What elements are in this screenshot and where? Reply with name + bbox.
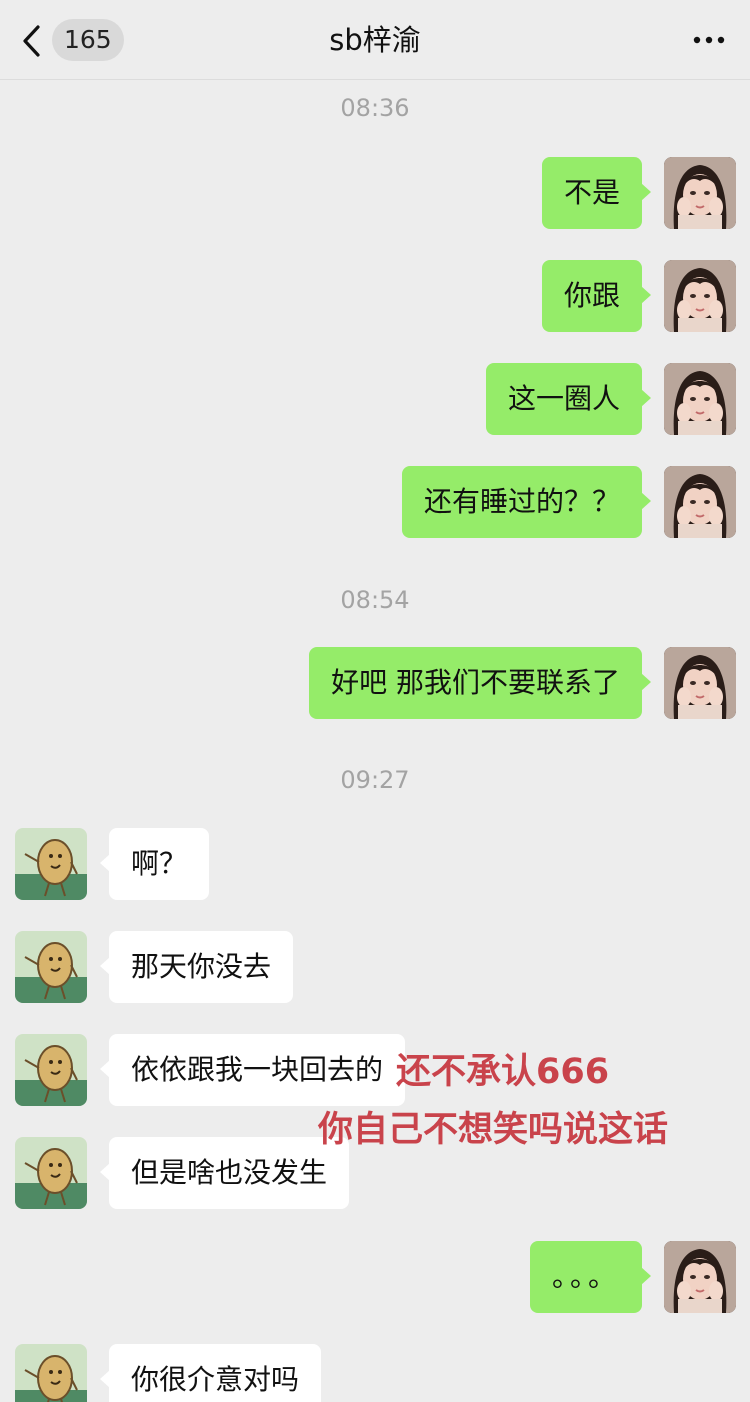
self-avatar[interactable] (664, 647, 736, 719)
self-avatar[interactable] (664, 157, 736, 229)
message-bubble-outgoing[interactable]: 你跟 (541, 260, 652, 332)
self-avatar[interactable] (664, 1241, 736, 1313)
contact-avatar[interactable] (15, 1137, 87, 1209)
message-bubble-incoming[interactable]: 那天你没去 (99, 931, 294, 1003)
self-avatar[interactable] (664, 260, 736, 332)
message-bubble-incoming[interactable]: 你很介意对吗 (99, 1344, 322, 1402)
message-bubble-incoming[interactable]: 但是啥也没发生 (99, 1137, 350, 1209)
overlay-caption-line-1: 还不承认666 (396, 1052, 610, 1092)
message-bubble-incoming[interactable]: 依依跟我一块回去的 (99, 1034, 406, 1106)
contact-avatar[interactable] (15, 828, 87, 900)
chat-header: 165 sb梓渝 (0, 0, 750, 80)
message-bubble-outgoing[interactable]: 。。。 (529, 1241, 652, 1313)
message-bubble-outgoing[interactable]: 这一圈人 (485, 363, 652, 435)
timestamp: 09:27 (340, 766, 410, 794)
message-bubble-outgoing[interactable]: 还有睡过的？？ (401, 466, 652, 538)
timestamp: 08:54 (340, 586, 410, 614)
contact-avatar[interactable] (15, 1344, 87, 1402)
more-dots-icon[interactable] (692, 30, 726, 50)
overlay-caption-line-2: 你自己不想笑吗说这话 (318, 1110, 669, 1150)
message-bubble-incoming[interactable]: 啊？ (99, 828, 210, 900)
message-bubble-outgoing[interactable]: 好吧 那我们不要联系了 (309, 647, 651, 719)
chat-title: sb梓渝 (329, 23, 421, 57)
contact-avatar[interactable] (15, 1034, 87, 1106)
contact-avatar[interactable] (15, 931, 87, 1003)
message-bubble-outgoing[interactable]: 不是 (541, 157, 652, 229)
self-avatar[interactable] (664, 466, 736, 538)
timestamp: 08:36 (340, 94, 410, 122)
self-avatar[interactable] (664, 363, 736, 435)
